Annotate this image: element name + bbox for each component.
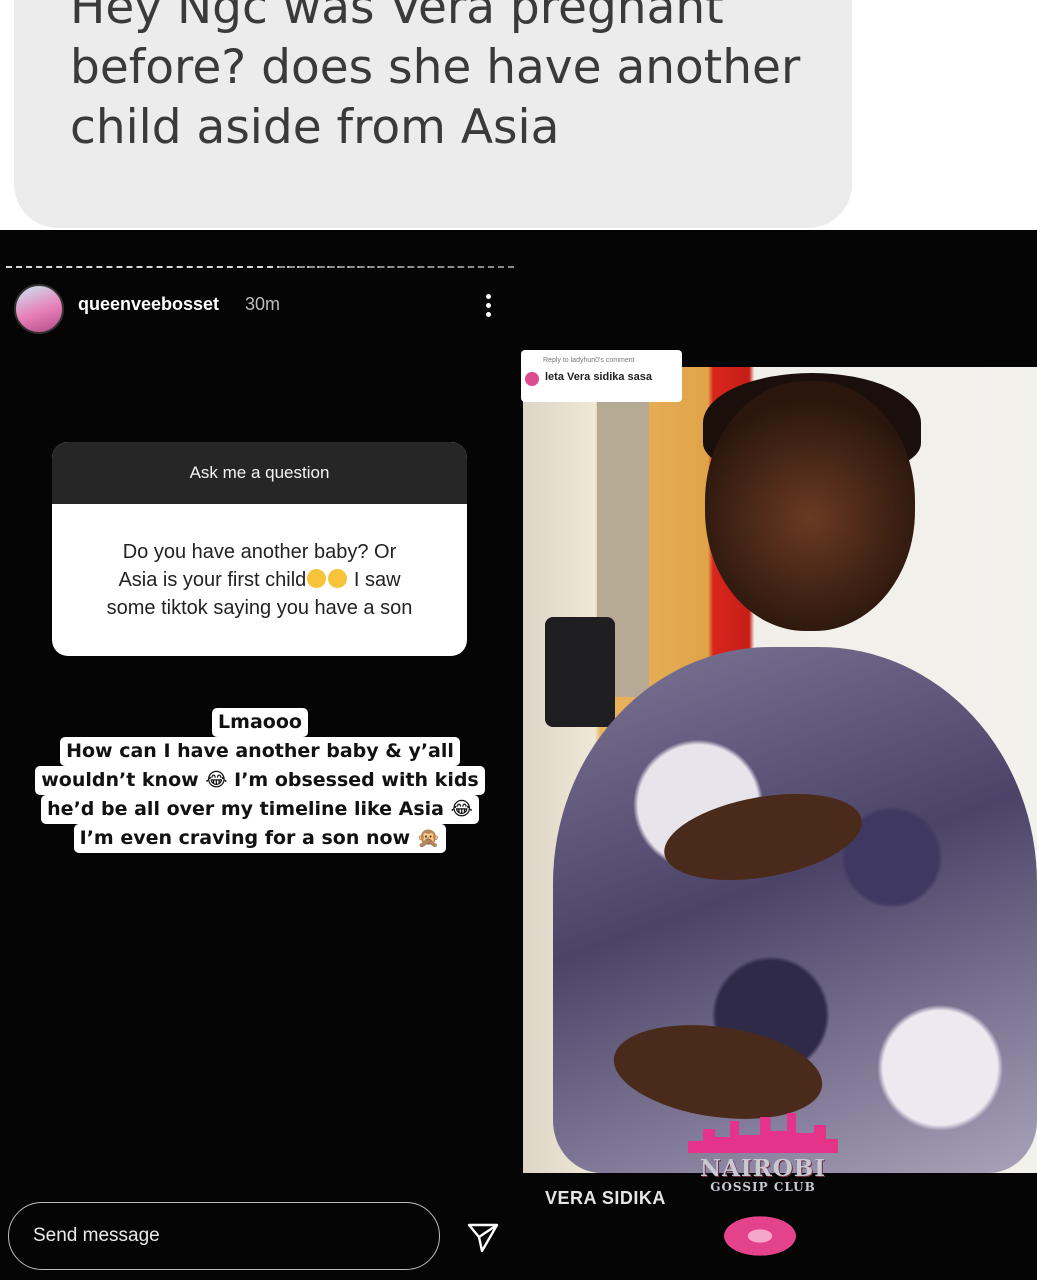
instagram-story: queenveebosset 30m Ask me a question Do … <box>0 230 1037 1280</box>
question-sticker: Ask me a question Do you have another ba… <box>52 442 467 656</box>
avatar[interactable] <box>14 284 64 334</box>
paper-plane-icon <box>467 1223 499 1253</box>
story-progress-remaining <box>279 266 514 268</box>
message-text: Hey Ngc was Vera pregnant before? does s… <box>70 0 801 155</box>
send-message-input[interactable] <box>31 1223 415 1249</box>
commenter-avatar-icon <box>525 372 539 386</box>
message-bubble: Hey Ngc was Vera pregnant before? does s… <box>14 0 852 228</box>
pleading-face-icon <box>328 569 348 588</box>
lips-icon <box>718 1213 802 1259</box>
sticker-question: Do you have another baby? Or Asia is you… <box>52 504 467 622</box>
bag-image <box>545 617 615 727</box>
reply-line: I’m even craving for a son now 🙊 <box>0 824 520 853</box>
sticker-title: Ask me a question <box>52 442 467 504</box>
sticker-question-line: some tiktok saying you have a son <box>106 597 413 619</box>
face-image <box>705 381 915 631</box>
photo-caption: VERA SIDIKA <box>545 1188 666 1208</box>
more-dot-icon <box>485 312 491 317</box>
comment-reply-tag: Reply to ladyhun0's comment leta Vera si… <box>521 350 682 402</box>
more-options-button[interactable] <box>478 290 498 324</box>
more-dot-icon <box>485 294 491 299</box>
send-button[interactable] <box>466 1220 500 1254</box>
watermark-logo: NAIROBI GOSSIP CLUB <box>678 1113 848 1259</box>
story-username[interactable]: queenveebosset <box>78 294 219 315</box>
reply-line: Lmaooo <box>0 708 520 737</box>
pregnancy-photo <box>523 367 1037 1173</box>
sticker-question-line: Asia is your first child I saw <box>118 569 401 591</box>
sticker-question-line: Do you have another baby? Or <box>122 541 397 563</box>
story-time: 30m <box>245 294 281 314</box>
reply-line: wouldn’t know 😂 I’m obsessed with kids <box>0 766 520 795</box>
top-message-area: Hey Ngc was Vera pregnant before? does s… <box>0 0 1037 230</box>
pleading-face-icon <box>307 569 327 588</box>
more-dot-icon <box>485 303 491 308</box>
reply-line: he’d be all over my timeline like Asia 😂 <box>0 795 520 824</box>
send-message-field[interactable] <box>8 1202 440 1270</box>
reply-line: How can I have another baby & y’all <box>0 737 520 766</box>
